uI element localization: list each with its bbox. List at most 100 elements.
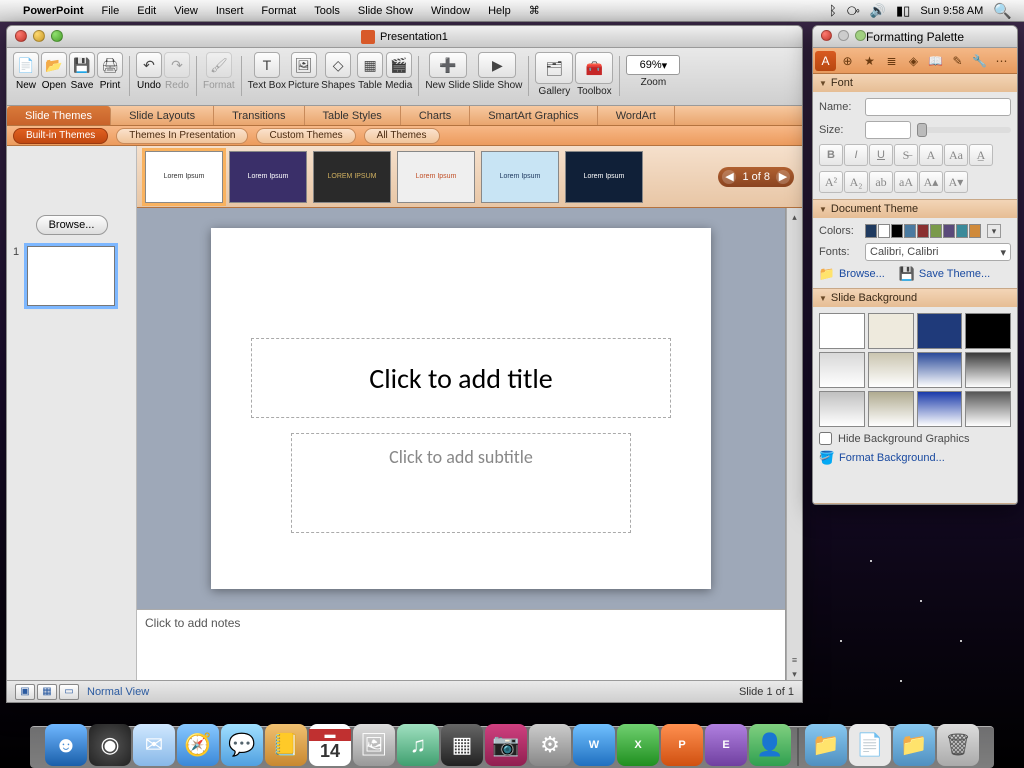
bg-swatch-0[interactable] [819,313,865,349]
hide-bg-checkbox[interactable] [819,432,832,445]
dock-mail[interactable]: ✉ [133,724,175,766]
shrink-font-button[interactable]: A▾ [944,171,968,193]
browse-themes-button[interactable]: Browse... [36,215,108,235]
zoom-select[interactable]: 69% ▾ [626,55,680,75]
menu-slideshow[interactable]: Slide Show [349,0,422,22]
dock-word[interactable]: W [573,724,615,766]
theme-thumbnail-2[interactable]: LOREM IPSUM [313,151,391,203]
menu-file[interactable]: File [93,0,129,22]
sorter-view-button[interactable]: ▦ [37,684,57,700]
bg-swatch-3[interactable] [965,313,1011,349]
tab-slide-themes[interactable]: Slide Themes [7,106,111,125]
tab-table-styles[interactable]: Table Styles [305,106,401,125]
section-font-header[interactable]: Font [813,74,1017,92]
dock-file[interactable]: 📄 [849,724,891,766]
menu-insert[interactable]: Insert [207,0,253,22]
palette-min-button[interactable] [838,30,849,41]
dock-dashboard[interactable]: ◉ [89,724,131,766]
grow-font-button[interactable]: A▴ [919,171,943,193]
sub-button[interactable]: A₂ [844,171,868,193]
theme-color-swatches[interactable] [865,224,981,238]
spacing-button[interactable]: aA [894,171,918,193]
script-menu-icon[interactable]: ⌘ [520,0,549,22]
dock-safari[interactable]: 🧭 [177,724,219,766]
palette-tab-tools[interactable]: 🔧 [969,51,990,71]
bg-swatch-4[interactable] [819,352,865,388]
dock-messenger[interactable]: 👤 [749,724,791,766]
section-theme-header[interactable]: Document Theme [813,200,1017,218]
tab-smartart[interactable]: SmartArt Graphics [470,106,597,125]
save-theme-button[interactable]: 💾Save Theme... [899,266,990,282]
bg-swatch-8[interactable] [819,391,865,427]
theme-thumbnail-4[interactable]: Lorem Ipsum [481,151,559,203]
font-color-button[interactable]: A̲ [969,144,993,166]
theme-browse-button[interactable]: 📁Browse... [819,266,885,282]
italic-button[interactable]: I [844,144,868,166]
menu-tools[interactable]: Tools [305,0,349,22]
menu-edit[interactable]: Edit [128,0,165,22]
shapes-button[interactable]: ◇ [325,52,351,78]
notes-pane[interactable]: Click to add notes [137,609,785,680]
menubar-clock[interactable]: Sun 9:58 AM [920,5,983,17]
menu-format[interactable]: Format [252,0,305,22]
theme-thumbnail-5[interactable]: Lorem Ipsum [565,151,643,203]
bluetooth-icon[interactable]: ᛒ [829,3,837,18]
dock-sysprefs[interactable]: ⚙ [529,724,571,766]
slideshow-view-button[interactable]: ▭ [59,684,79,700]
dock-ichat[interactable]: 💬 [221,724,263,766]
format-painter-button[interactable]: 🖌 [206,52,232,78]
subtab-builtin[interactable]: Built-in Themes [13,128,108,144]
dock-documents[interactable]: 📁 [805,724,847,766]
media-button[interactable]: 🎬 [386,52,412,78]
gallery-button[interactable]: 🗂 [535,52,573,84]
dock-trash[interactable]: 🗑 [937,724,979,766]
title-placeholder[interactable]: Click to add title [251,338,671,418]
theme-thumbnail-0[interactable]: Lorem Ipsum [145,151,223,203]
app-menu[interactable]: PowerPoint [14,0,93,22]
dock-iphoto[interactable]: 📷 [485,724,527,766]
subtitle-placeholder[interactable]: Click to add subtitle [291,433,631,533]
slide-canvas[interactable]: Click to add title Click to add subtitle [211,228,711,589]
format-background-button[interactable]: 🪣Format Background... [819,450,1011,466]
palette-titlebar[interactable]: Formatting Palette [813,26,1017,48]
tab-slide-layouts[interactable]: Slide Layouts [111,106,214,125]
dock-downloads[interactable]: 📁 [893,724,935,766]
font-size-slider[interactable] [917,127,1011,133]
bg-swatch-7[interactable] [965,352,1011,388]
theme-colors-dropdown[interactable]: ▾ [987,224,1001,238]
toolbox-button[interactable]: 🧰 [575,52,613,84]
bg-swatch-2[interactable] [917,313,963,349]
bg-swatch-1[interactable] [868,313,914,349]
zoom-button[interactable] [51,30,63,42]
menu-view[interactable]: View [165,0,207,22]
theme-fonts-select[interactable]: Calibri, Calibri▾ [865,243,1011,261]
palette-tab-font[interactable]: A [815,51,836,71]
slideshow-button[interactable]: ▶ [478,52,516,78]
menu-window[interactable]: Window [422,0,479,22]
minimize-button[interactable] [33,30,45,42]
bg-swatch-6[interactable] [917,352,963,388]
close-button[interactable] [15,30,27,42]
tab-transitions[interactable]: Transitions [214,106,304,125]
palette-tab-star[interactable]: ★ [859,51,880,71]
gallery-next-button[interactable]: ▶ [776,170,790,184]
battery-icon[interactable]: ▮▯ [896,3,910,19]
gallery-prev-button[interactable]: ◀ [722,170,736,184]
dock-addressbook[interactable]: 📒 [265,724,307,766]
theme-thumbnail-1[interactable]: Lorem Ipsum [229,151,307,203]
change-case-button[interactable]: Aa [944,144,968,166]
font-name-input[interactable] [865,98,1011,116]
highlight-button[interactable]: ab [869,171,893,193]
super-button[interactable]: A² [819,171,843,193]
font-size-input[interactable] [865,121,911,139]
palette-tab-layers[interactable]: ≣ [881,51,902,71]
spotlight-icon[interactable]: 🔍 [993,2,1012,20]
tab-wordart[interactable]: WordArt [598,106,675,125]
dock-finder[interactable]: ☻ [45,724,87,766]
palette-zoom-button[interactable] [855,30,866,41]
volume-icon[interactable]: 🔊 [870,3,886,19]
dock-powerpoint[interactable]: P [661,724,703,766]
table-button[interactable]: ▦ [357,52,383,78]
new-button[interactable]: 📄 [13,52,39,78]
palette-tab-ref[interactable]: 📖 [925,51,946,71]
